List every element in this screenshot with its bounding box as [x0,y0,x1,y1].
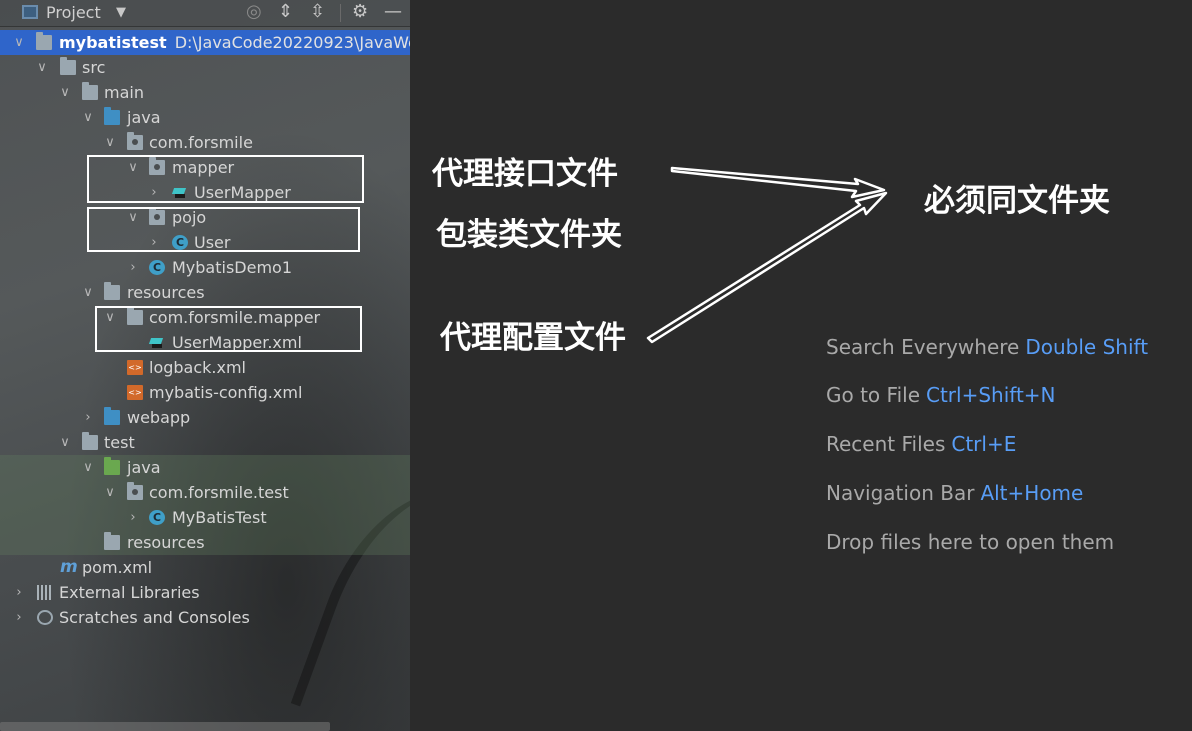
hint-drop-files: Drop files here to open them [826,530,1114,554]
hint-recent-files: Recent Files Ctrl+E [826,432,1016,456]
hint-label: Drop files here to open them [826,530,1115,554]
hint-label: Navigation Bar [826,481,975,505]
arrow-config-to-note [646,191,888,344]
hint-shortcut[interactable]: Ctrl+E [951,432,1016,456]
arrow-interface-to-note [670,166,886,199]
hint-label: Go to File [826,383,920,407]
hint-label: Recent Files [826,432,946,456]
hint-shortcut[interactable]: Ctrl+Shift+N [926,383,1056,407]
hint-search-everywhere: Search Everywhere Double Shift [826,335,1148,359]
annotation-arrows [646,166,888,344]
hint-shortcut[interactable]: Double Shift [1025,335,1148,359]
hint-navigation-bar: Navigation Bar Alt+Home [826,481,1083,505]
hint-label: Search Everywhere [826,335,1020,359]
hint-go-to-file: Go to File Ctrl+Shift+N [826,383,1056,407]
hint-shortcut[interactable]: Alt+Home [980,481,1083,505]
